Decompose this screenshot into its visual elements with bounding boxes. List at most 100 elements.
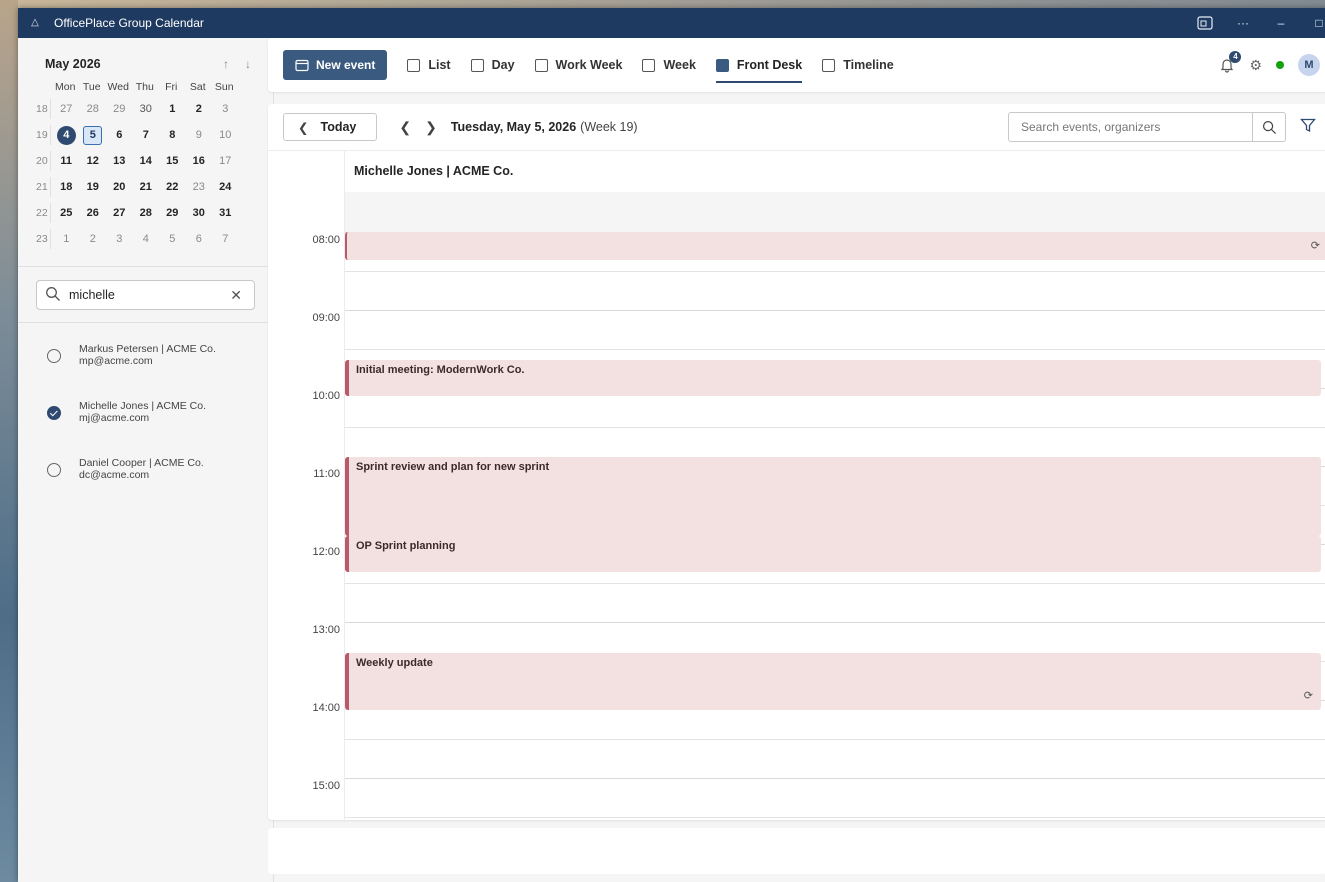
calendar-day[interactable]: 29 <box>106 103 133 115</box>
tab-label: Day <box>491 58 515 72</box>
calendar-day[interactable]: 3 <box>106 233 133 245</box>
next-day-icon[interactable]: ❯ <box>425 119 437 136</box>
person-radio[interactable] <box>47 349 61 363</box>
calendar-day[interactable]: 23 <box>186 181 213 193</box>
calendar-day[interactable]: 27 <box>106 207 133 219</box>
calendar-day[interactable]: 16 <box>186 155 213 167</box>
calendar-day[interactable]: 1 <box>53 233 80 245</box>
person-item[interactable]: Michelle Jones | ACME Co. mj@acme.com <box>18 400 273 457</box>
calendar-day[interactable]: 8 <box>159 129 186 141</box>
calendar-day[interactable]: 28 <box>133 207 160 219</box>
window-title: OfficePlace Group Calendar <box>54 16 204 30</box>
calendar-day[interactable]: 22 <box>159 181 186 193</box>
calendar-day[interactable]: 19 <box>80 181 107 193</box>
calendar-day[interactable]: 5 <box>159 233 186 245</box>
day-grid[interactable]: ⟳ Initial meeting: ModernWork Co. Sprint… <box>344 232 1325 820</box>
tab-week[interactable]: Week <box>642 38 696 92</box>
time-label: 13:00 <box>312 624 340 636</box>
calendar-day[interactable]: 24 <box>212 181 239 193</box>
avatar[interactable]: M <box>1298 54 1320 76</box>
calendar-day[interactable]: 7 <box>212 233 239 245</box>
tab-timeline[interactable]: Timeline <box>822 38 894 92</box>
calendar-day[interactable]: 20 <box>106 181 133 193</box>
calendar-day[interactable]: 26 <box>80 207 107 219</box>
clear-search-icon[interactable]: ✕ <box>230 287 242 304</box>
calendar-day[interactable]: 12 <box>80 155 107 167</box>
people-search-input[interactable]: michelle ✕ <box>36 280 255 310</box>
calendar-day[interactable]: 2 <box>80 233 107 245</box>
new-event-button[interactable]: New event <box>283 50 388 80</box>
maximize-icon[interactable]: □ <box>1300 8 1325 38</box>
person-radio-checked[interactable] <box>47 406 61 420</box>
people-search-value: michelle <box>69 288 115 302</box>
calendar-day[interactable]: 21 <box>133 181 160 193</box>
calendar-day[interactable]: 6 <box>106 129 133 141</box>
tab-front-desk[interactable]: Front Desk <box>715 38 803 92</box>
calendar-day[interactable]: 1 <box>159 103 186 115</box>
time-label: 15:00 <box>312 780 340 792</box>
calendar-day[interactable]: 31 <box>212 207 239 219</box>
calendar-day[interactable]: 28 <box>80 103 107 115</box>
calendar-day[interactable]: 4 <box>133 233 160 245</box>
person-radio[interactable] <box>47 463 61 477</box>
calendar-day[interactable]: 7 <box>133 129 160 141</box>
notifications-button[interactable]: 4 <box>1219 51 1242 73</box>
event-block[interactable]: OP Sprint planning <box>345 536 1321 572</box>
work-week-icon <box>534 58 548 72</box>
calendar-day[interactable]: 17 <box>212 155 239 167</box>
calendar-day[interactable]: 30 <box>186 207 213 219</box>
calendar-day[interactable]: 27 <box>53 103 80 115</box>
gear-icon[interactable]: ⚙ <box>1249 57 1262 74</box>
calendar-day[interactable]: 29 <box>159 207 186 219</box>
calendar-day[interactable]: 14 <box>133 155 160 167</box>
current-date: Tuesday, May 5, 2026 <box>450 120 577 134</box>
event-block[interactable]: Initial meeting: ModernWork Co. <box>345 360 1321 396</box>
time-label: 14:00 <box>312 702 340 714</box>
arrow-down-icon[interactable]: ↓ <box>245 57 251 71</box>
tab-day[interactable]: Day <box>470 38 515 92</box>
event-block[interactable]: Sprint review and plan for new sprint <box>345 457 1321 536</box>
calendar-day-today[interactable]: 4 <box>56 125 76 145</box>
calendar-day[interactable]: 2 <box>186 103 213 115</box>
calendar-day[interactable]: 9 <box>186 129 213 141</box>
calendar-day[interactable]: 3 <box>212 103 239 115</box>
previous-day-icon[interactable]: ❮ <box>399 119 411 136</box>
event-block[interactable]: ⟳ <box>345 232 1325 260</box>
today-button[interactable]: ❮ Today <box>283 113 378 141</box>
event-title: OP Sprint planning <box>356 540 456 552</box>
front-desk-icon <box>715 58 729 72</box>
calendar-day[interactable]: 13 <box>106 155 133 167</box>
snap-layout-icon[interactable] <box>1186 8 1224 38</box>
calendar-day[interactable]: 30 <box>133 103 160 115</box>
calendar-day[interactable]: 6 <box>186 233 213 245</box>
week-icon <box>642 58 656 72</box>
mini-calendar: Mon Tue Wed Thu Fri Sat Sun 18 27 28 29 … <box>36 78 273 252</box>
calendar-day[interactable]: 18 <box>53 181 80 193</box>
today-label: Today <box>320 120 357 134</box>
filter-icon[interactable] <box>1300 118 1316 136</box>
current-week: (Week 19) <box>580 120 638 134</box>
tab-work-week[interactable]: Work Week <box>534 38 622 92</box>
more-options-icon[interactable]: ··· <box>1224 8 1262 38</box>
bottom-panel <box>268 828 1325 874</box>
calendar-day[interactable]: 10 <box>212 129 239 141</box>
search-button[interactable] <box>1252 113 1285 141</box>
calendar-day[interactable]: 11 <box>53 155 80 167</box>
event-block[interactable]: Weekly update ⟳ <box>345 653 1321 710</box>
minimize-icon[interactable]: – <box>1262 8 1300 38</box>
event-title: Weekly update <box>356 657 433 669</box>
week-number: 23 <box>36 229 51 249</box>
tab-label: Timeline <box>843 58 894 72</box>
arrow-up-icon[interactable]: ↑ <box>223 57 229 71</box>
tab-list[interactable]: List <box>407 38 451 92</box>
calendar-day-selected[interactable]: 5 <box>83 125 103 145</box>
event-search-input[interactable]: Search events, organizers <box>1008 112 1286 142</box>
person-item[interactable]: Daniel Cooper | ACME Co. dc@acme.com <box>18 457 273 514</box>
calendar-day[interactable]: 25 <box>53 207 80 219</box>
person-item[interactable]: Markus Petersen | ACME Co. mp@acme.com <box>18 343 273 400</box>
title-bar: △ OfficePlace Group Calendar ··· – □ <box>18 8 1325 38</box>
calendar-week-row: 23 1 2 3 4 5 6 7 <box>36 226 273 252</box>
time-label: 12:00 <box>312 546 340 558</box>
calendar-day[interactable]: 15 <box>159 155 186 167</box>
all-day-row[interactable] <box>344 192 1325 233</box>
